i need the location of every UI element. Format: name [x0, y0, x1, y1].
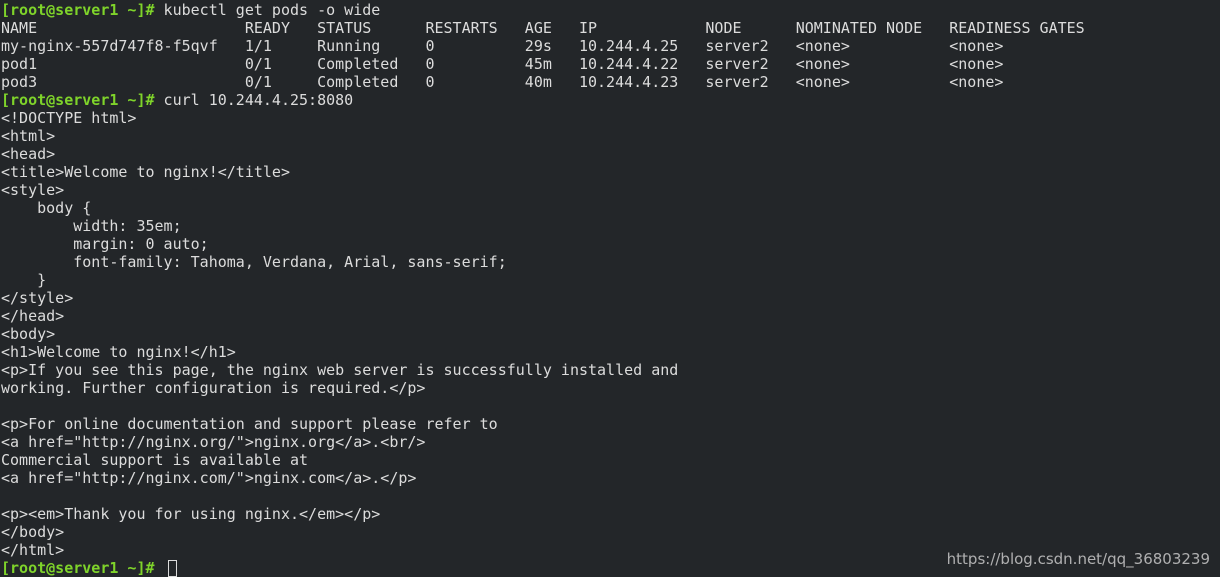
- output-line: working. Further configuration is requir…: [1, 379, 1220, 397]
- line-text: <style>: [1, 181, 65, 199]
- line-text: width: 35em;: [1, 217, 182, 235]
- line-text: margin: 0 auto;: [1, 235, 209, 253]
- line-text: Commercial support is available at: [1, 451, 309, 469]
- line-text: </head>: [1, 307, 65, 325]
- output-line: <p>If you see this page, the nginx web s…: [1, 361, 1220, 379]
- shell-prompt: [root@server1 ~]#: [1, 1, 155, 19]
- output-line: </body>: [1, 523, 1220, 541]
- line-text: <a href="http://nginx.com/">nginx.com</a…: [1, 469, 417, 487]
- output-line: <a href="http://nginx.org/">nginx.org</a…: [1, 433, 1220, 451]
- shell-prompt: [root@server1 ~]#: [1, 91, 155, 109]
- line-text: [155, 559, 164, 577]
- output-line: <!DOCTYPE html>: [1, 109, 1220, 127]
- output-line: width: 35em;: [1, 217, 1220, 235]
- line-text: <html>: [1, 127, 56, 145]
- line-text: pod3 0/1 Completed 0 40m 10.244.4.23 ser…: [1, 73, 1004, 91]
- output-line: <body>: [1, 325, 1220, 343]
- output-line: <p><em>Thank you for using nginx.</em></…: [1, 505, 1220, 523]
- line-text: <p><em>Thank you for using nginx.</em></…: [1, 505, 381, 523]
- line-text: <h1>Welcome to nginx!</h1>: [1, 343, 236, 361]
- line-text: <title>Welcome to nginx!</title>: [1, 163, 290, 181]
- line-text: kubectl get pods -o wide: [154, 1, 381, 19]
- line-text: </style>: [1, 289, 74, 307]
- output-line: <head>: [1, 145, 1220, 163]
- line-text: NAME READY STATUS RESTARTS AGE IP NODE N…: [1, 19, 1085, 37]
- text-cursor: [167, 560, 177, 577]
- output-line: my-nginx-557d747f8-f5qvf 1/1 Running 0 2…: [1, 37, 1220, 55]
- line-text: <!DOCTYPE html>: [1, 109, 137, 127]
- watermark: https://blog.csdn.net/qq_36803239: [946, 550, 1210, 568]
- line-text: working. Further configuration is requir…: [1, 379, 426, 397]
- line-text: <body>: [1, 325, 56, 343]
- output-line: <style>: [1, 181, 1220, 199]
- output-line: <p>For online documentation and support …: [1, 415, 1220, 433]
- output-line: }: [1, 271, 1220, 289]
- line-text: curl 10.244.4.25:8080: [154, 91, 354, 109]
- line-text: </body>: [1, 523, 65, 541]
- output-line: pod1 0/1 Completed 0 45m 10.244.4.22 ser…: [1, 55, 1220, 73]
- output-line: <title>Welcome to nginx!</title>: [1, 163, 1220, 181]
- line-text: my-nginx-557d747f8-f5qvf 1/1 Running 0 2…: [1, 37, 1004, 55]
- line-text: body {: [1, 199, 92, 217]
- shell-prompt: [root@server1 ~]#: [1, 559, 155, 577]
- line-text: <p>For online documentation and support …: [1, 415, 498, 433]
- output-line: body {: [1, 199, 1220, 217]
- line-text: font-family: Tahoma, Verdana, Arial, san…: [1, 253, 507, 271]
- line-text: <a href="http://nginx.org/">nginx.org</a…: [1, 433, 426, 451]
- output-line: </head>: [1, 307, 1220, 325]
- output-line: margin: 0 auto;: [1, 235, 1220, 253]
- line-text: <head>: [1, 145, 56, 163]
- output-line: font-family: Tahoma, Verdana, Arial, san…: [1, 253, 1220, 271]
- output-line: NAME READY STATUS RESTARTS AGE IP NODE N…: [1, 19, 1220, 37]
- output-line: </style>: [1, 289, 1220, 307]
- line-text: pod1 0/1 Completed 0 45m 10.244.4.22 ser…: [1, 55, 1004, 73]
- line-text: </html>: [1, 541, 65, 559]
- line-text: <p>If you see this page, the nginx web s…: [1, 361, 679, 379]
- output-line: <a href="http://nginx.com/">nginx.com</a…: [1, 469, 1220, 487]
- command-line: [root@server1 ~]# curl 10.244.4.25:8080: [1, 91, 1220, 109]
- output-line: Commercial support is available at: [1, 451, 1220, 469]
- output-line: pod3 0/1 Completed 0 40m 10.244.4.23 ser…: [1, 73, 1220, 91]
- command-line: [root@server1 ~]# kubectl get pods -o wi…: [1, 1, 1220, 19]
- terminal-output[interactable]: [root@server1 ~]# kubectl get pods -o wi…: [1, 1, 1220, 577]
- output-line: <h1>Welcome to nginx!</h1>: [1, 343, 1220, 361]
- line-text: }: [1, 271, 47, 289]
- output-line: <html>: [1, 127, 1220, 145]
